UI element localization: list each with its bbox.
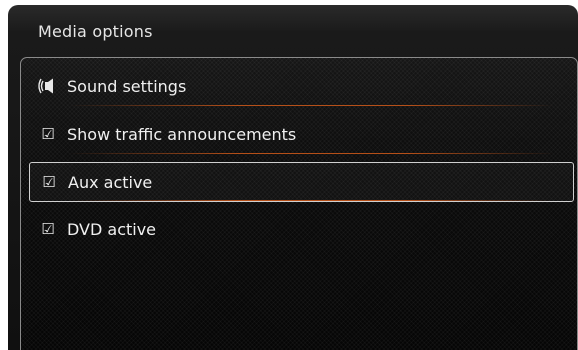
page-title: Media options: [38, 22, 153, 41]
menu-item-label: Show traffic announcements: [67, 124, 297, 144]
checkbox-checked-icon[interactable]: ☑: [38, 173, 60, 191]
checkbox-checked-icon[interactable]: ☑: [37, 125, 59, 143]
separator: [69, 153, 554, 154]
menu-item-aux-active[interactable]: ☑ Aux active: [29, 162, 574, 202]
media-options-screen: Media options Sound settings ☑ Show traf…: [8, 5, 578, 350]
menu-item-label: Aux active: [68, 172, 153, 192]
separator: [69, 105, 554, 106]
menu-item-dvd-active[interactable]: ☑ DVD active: [29, 209, 574, 249]
menu-item-show-traffic-announcements[interactable]: ☑ Show traffic announcements: [29, 114, 574, 154]
speaker-icon: [37, 78, 59, 94]
menu-item-label: DVD active: [67, 219, 157, 239]
options-list: Sound settings ☑ Show traffic announceme…: [20, 57, 578, 350]
menu-item-sound-settings[interactable]: Sound settings: [29, 66, 574, 106]
checkbox-checked-icon[interactable]: ☑: [37, 220, 59, 238]
separator: [70, 200, 553, 201]
menu-item-label: Sound settings: [67, 76, 187, 96]
